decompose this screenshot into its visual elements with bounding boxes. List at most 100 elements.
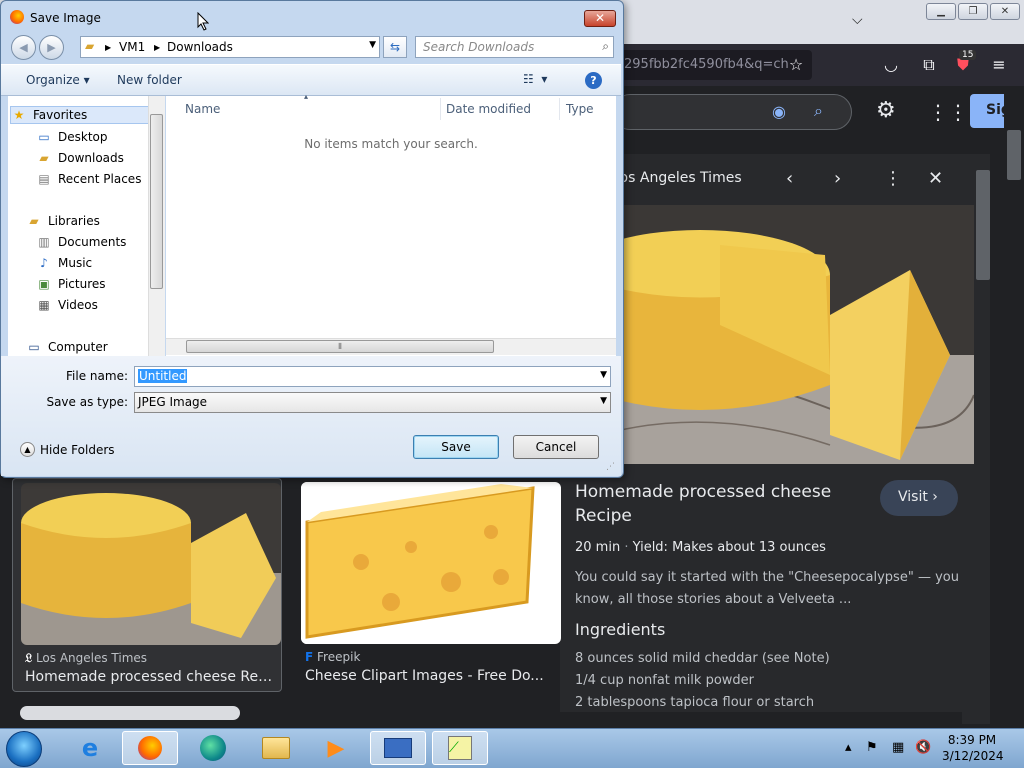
nav-downloads[interactable]: ▰ Downloads [36, 149, 124, 167]
resize-grip-icon[interactable]: ⋰ [606, 462, 615, 472]
pocket-icon[interactable]: ◡ [880, 54, 902, 76]
recipe-meta: 20 min · Yield: Makes about 13 ounces [575, 540, 826, 555]
remote-desktop-icon[interactable] [370, 731, 426, 765]
ie-icon[interactable]: e [62, 731, 118, 765]
viewer-scrollbar[interactable] [976, 170, 990, 280]
extension-badge: 15 [959, 50, 977, 60]
file-list-hscroll-thumb[interactable]: ⦀ [186, 340, 494, 353]
nav-computer[interactable]: ▭ Computer [26, 338, 108, 356]
menu-icon[interactable]: ≡ [988, 54, 1010, 76]
result-title[interactable]: Cheese Clipart Images - Free Do... [305, 668, 555, 684]
breadcrumb-downloads[interactable]: Downloads [167, 40, 233, 54]
save-type-select[interactable]: JPEG Image ▼ [134, 392, 611, 413]
breadcrumb-chevron-icon[interactable]: ▶ [105, 43, 111, 52]
hide-folders-button[interactable]: ▲ Hide Folders [20, 442, 115, 457]
file-name-dropdown-icon[interactable]: ▼ [600, 370, 607, 380]
tab-list-chevron-icon[interactable]: ⌵ [852, 12, 863, 28]
next-chevron-icon[interactable]: › [834, 168, 841, 189]
page-scroll-thumb[interactable] [1007, 130, 1021, 180]
start-button[interactable] [6, 731, 42, 767]
settings-gear-icon[interactable]: ⚙ [876, 98, 896, 123]
cheese-preview-image[interactable] [570, 205, 974, 464]
task-manager-icon[interactable]: ⟋ [432, 731, 488, 765]
result-title[interactable]: Homemade processed cheese Recip... [25, 669, 275, 685]
extensions-icon[interactable]: ⧉ [918, 54, 940, 76]
nav-pictures[interactable]: ▣ Pictures [36, 275, 105, 293]
view-options-icon[interactable]: ☷ ▾ [523, 72, 547, 86]
prev-chevron-icon[interactable]: ‹ [786, 168, 793, 189]
column-separator[interactable] [440, 98, 441, 120]
nav-scroll-thumb[interactable] [150, 114, 163, 289]
bookmark-star-icon[interactable]: ☆ [785, 54, 807, 76]
help-icon[interactable]: ? [585, 72, 602, 89]
nav-favorites[interactable]: ★ Favorites [10, 106, 150, 124]
back-button[interactable]: ◀ [11, 35, 36, 60]
recipe-time: 20 min [575, 540, 621, 555]
freepik-logo-icon: F [305, 650, 314, 664]
column-type[interactable]: Type [566, 102, 594, 116]
clock-date: 3/12/2024 [942, 749, 1004, 763]
nav-label: Desktop [58, 130, 108, 144]
google-lens-icon[interactable]: ◉ [772, 102, 786, 121]
breadcrumb-chevron-icon[interactable]: ▶ [154, 43, 160, 52]
firefox-icon[interactable] [122, 731, 178, 765]
google-search-icon[interactable]: ⌕ [814, 101, 823, 121]
minimize-button[interactable]: ▁ [926, 3, 956, 20]
result-thumbnail[interactable] [21, 483, 281, 645]
volume-muted-icon[interactable]: 🔇 [915, 740, 931, 755]
save-button[interactable]: Save [413, 435, 499, 459]
navigation-pane: ★ Favorites ▭ Desktop ▰ Downloads ▤ Rece… [8, 96, 165, 356]
search-input[interactable]: Search Downloads ⌕ [415, 36, 614, 58]
column-name[interactable]: Name [185, 102, 220, 116]
close-window-button[interactable]: ✕ [990, 3, 1020, 20]
column-separator[interactable] [559, 98, 560, 120]
address-bar[interactable]: ▰ ▶ VM1 ▶ Downloads ▼ [80, 36, 380, 58]
viewer-title[interactable]: Homemade processed cheese Recipe [575, 480, 875, 528]
recent-places-icon: ▤ [38, 172, 50, 186]
nav-label: Downloads [58, 151, 124, 165]
result-source-label: Freepik [317, 650, 361, 664]
nav-videos[interactable]: ▦ Videos [36, 296, 98, 314]
save-type-dropdown-icon[interactable]: ▼ [600, 396, 607, 406]
star-icon: ★ [13, 108, 25, 122]
tray-expand-icon[interactable]: ▴ [845, 740, 852, 755]
file-name-label: File name: [66, 369, 128, 383]
result-thumbnail[interactable] [301, 482, 561, 644]
media-player-icon[interactable]: ▶ [308, 731, 364, 765]
nav-recent-places[interactable]: ▤ Recent Places [36, 170, 141, 188]
file-explorer-icon[interactable] [248, 731, 304, 765]
folder-icon: ▰ [85, 39, 95, 53]
close-viewer-icon[interactable]: ✕ [928, 168, 943, 189]
cancel-button[interactable]: Cancel [513, 435, 599, 459]
address-dropdown-icon[interactable]: ▼ [369, 40, 376, 50]
new-folder-button[interactable]: New folder [117, 73, 182, 87]
column-date-modified[interactable]: Date modified [446, 102, 531, 116]
action-center-flag-icon[interactable]: ⚑ [866, 740, 878, 755]
apps-grid-icon[interactable]: ⋮⋮ [928, 100, 968, 124]
network-icon[interactable]: ▦ [892, 740, 904, 755]
organize-button[interactable]: Organize ▾ [26, 73, 90, 87]
viewer-source[interactable]: Los Angeles Times [612, 170, 742, 186]
result-card[interactable]: 𝔏 Los Angeles Times Homemade processed c… [12, 478, 282, 692]
nav-label: Computer [48, 340, 108, 354]
result-card[interactable]: F Freepik Cheese Clipart Images - Free D… [300, 478, 570, 692]
page-scrollbar[interactable] [1004, 86, 1024, 726]
dialog-close-button[interactable]: ✕ [584, 10, 616, 27]
system-clock[interactable]: 8:39 PM 3/12/2024 [942, 732, 1004, 764]
url-bar[interactable]: 295fbb2fc4590fb4&q=ch [612, 50, 812, 80]
nav-music[interactable]: ♪ Music [36, 254, 92, 272]
nav-documents[interactable]: ▥ Documents [36, 233, 126, 251]
file-name-input[interactable]: Untitled ▼ [134, 366, 611, 387]
more-options-icon[interactable]: ⋮ [884, 168, 902, 189]
results-hscroll-thumb[interactable] [20, 706, 240, 720]
visit-button[interactable]: Visit › [880, 480, 958, 516]
nav-desktop[interactable]: ▭ Desktop [36, 128, 108, 146]
nav-libraries[interactable]: ▰ Libraries [26, 212, 99, 230]
restore-button[interactable]: ❐ [958, 3, 988, 20]
save-type-value: JPEG Image [138, 395, 208, 409]
breadcrumb-vm1[interactable]: VM1 [119, 40, 145, 54]
edge-icon[interactable] [185, 731, 241, 765]
refresh-button[interactable]: ⇆ [383, 36, 407, 58]
forward-button[interactable]: ▶ [39, 35, 64, 60]
search-icon[interactable]: ⌕ [602, 39, 609, 54]
